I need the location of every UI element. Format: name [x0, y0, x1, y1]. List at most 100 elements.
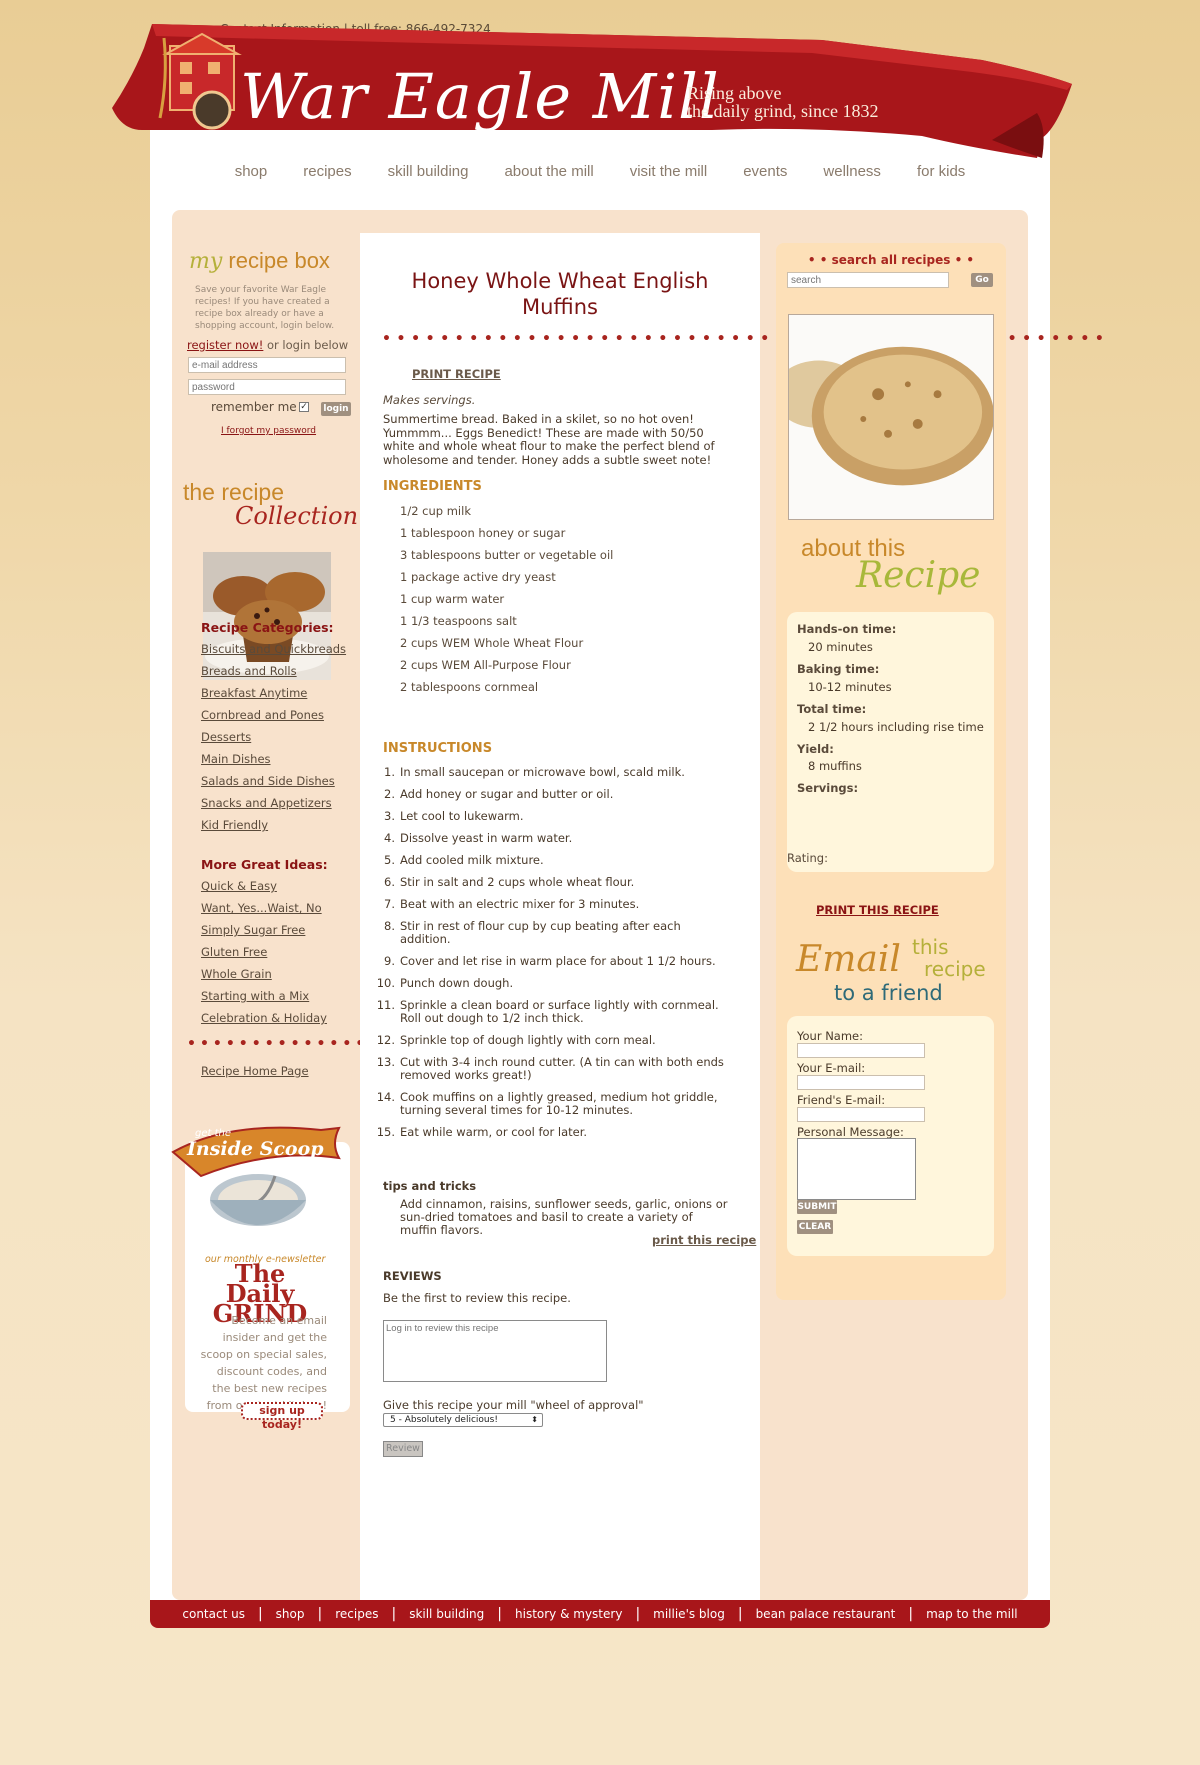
- email-address-input[interactable]: [188, 357, 346, 373]
- friend-email-input[interactable]: [797, 1107, 925, 1122]
- list-item: 15. Eat while warm, or cool for later.: [376, 1125, 588, 1139]
- more-ideas-list: Quick & Easy Want, Yes...Waist, No Simpl…: [201, 879, 327, 1033]
- friend-email-label: Friend's E-mail:: [797, 1093, 886, 1107]
- nav-skill-building[interactable]: skill building: [370, 163, 487, 180]
- newsletter-name-line-1: The Daily: [225, 1259, 295, 1308]
- category-link[interactable]: Desserts: [201, 730, 251, 744]
- ingredients-list: 1/2 cup milk 1 tablespoon honey or sugar…: [400, 504, 613, 702]
- recipe-content: Honey Whole Wheat English Muffins ••••••…: [360, 233, 1104, 1600]
- search-input[interactable]: [787, 272, 949, 288]
- nav-for-kids[interactable]: for kids: [899, 163, 983, 180]
- list-item: 3 tablespoons butter or vegetable oil: [400, 548, 614, 562]
- list-item: 2 tablespoons cornmeal: [400, 680, 539, 694]
- footer-bean-palace-restaurant[interactable]: bean palace restaurant: [756, 1607, 896, 1621]
- list-item: Breakfast Anytime: [201, 686, 346, 708]
- list-item: Gluten Free: [201, 945, 327, 967]
- review-textarea[interactable]: [383, 1320, 607, 1382]
- instructions-list: 1. In small saucepan or microwave bowl, s…: [376, 766, 730, 1148]
- print-this-recipe-button[interactable]: PRINT THIS RECIPE: [816, 903, 939, 917]
- review-button[interactable]: Review: [383, 1441, 423, 1457]
- list-item: 6. Stir in salt and 2 cups whole wheat fl…: [384, 875, 635, 889]
- email-friend-form: Your Name: Your E-mail: Friend's E-mail:…: [787, 1016, 994, 1256]
- category-link[interactable]: Kid Friendly: [201, 818, 268, 832]
- recipe-box-title: my recipe box: [189, 248, 330, 274]
- brand-logo-text[interactable]: War Eagle Mill: [240, 60, 720, 133]
- recipe-box-title-my: my: [189, 249, 223, 274]
- list-item: 13. Cut with 3-4 inch round cutter. (A ti…: [376, 1055, 724, 1082]
- idea-link[interactable]: Simply Sugar Free: [201, 923, 305, 937]
- category-link[interactable]: Main Dishes: [201, 752, 271, 766]
- search-go-button[interactable]: Go: [971, 273, 993, 287]
- nav-shop[interactable]: shop: [217, 163, 286, 180]
- your-name-input[interactable]: [797, 1043, 925, 1058]
- footer-separator: |: [497, 1606, 502, 1622]
- list-item: Kid Friendly: [201, 818, 346, 840]
- list-item: 3. Let cool to lukewarm.: [384, 809, 524, 823]
- sign-up-button[interactable]: sign up today!: [241, 1402, 323, 1431]
- footer-contact-us[interactable]: contact us: [182, 1607, 245, 1621]
- nav-events[interactable]: events: [725, 163, 805, 180]
- recipe-box-title-rest: recipe box: [228, 248, 330, 273]
- list-item: 1 tablespoon honey or sugar: [400, 526, 566, 540]
- list-item: 4. Dissolve yeast in warm water.: [384, 831, 573, 845]
- list-item: 10. Punch down dough.: [376, 976, 514, 990]
- idea-link[interactable]: Gluten Free: [201, 945, 267, 959]
- category-link[interactable]: Biscuits and Quickbreads: [201, 642, 346, 656]
- category-link[interactable]: Snacks and Appetizers: [201, 796, 332, 810]
- footer-history-mystery[interactable]: history & mystery: [515, 1607, 622, 1621]
- email-friend-to-a-friend: to a friend: [834, 981, 943, 1005]
- forgot-password-link[interactable]: I forgot my password: [221, 426, 316, 436]
- list-item: Starting with a Mix: [201, 989, 327, 1011]
- idea-link[interactable]: Starting with a Mix: [201, 989, 309, 1003]
- category-link[interactable]: Cornbread and Pones: [201, 708, 324, 722]
- footer-skill-building[interactable]: skill building: [409, 1607, 484, 1621]
- footer-map-to-the-mill[interactable]: map to the mill: [926, 1607, 1018, 1621]
- brand-tagline: Rising above the daily grind, since 1832: [687, 84, 878, 120]
- rating-select[interactable]: 5 - Absolutely delicious! ⬍: [383, 1413, 543, 1427]
- list-item: 1 1/3 teaspoons salt: [400, 614, 517, 628]
- category-link[interactable]: Breads and Rolls: [201, 664, 297, 678]
- footer-millies-blog[interactable]: millie's blog: [653, 1607, 725, 1621]
- idea-link[interactable]: Whole Grain: [201, 967, 272, 981]
- recipe-info-box: Hands-on time: 20 minutes Baking time: 1…: [787, 612, 994, 872]
- reviews-heading: REVIEWS: [383, 1269, 442, 1283]
- idea-link[interactable]: Celebration & Holiday: [201, 1011, 327, 1025]
- register-now-link[interactable]: register now!: [187, 338, 263, 352]
- submit-button[interactable]: SUBMIT: [797, 1200, 837, 1214]
- recipe-intro: Summertime bread. Baked in a skilet, so …: [383, 412, 715, 467]
- list-item: 12. Sprinkle top of dough lightly with co…: [376, 1033, 656, 1047]
- wheel-of-approval-label: Give this recipe your mill "wheel of app…: [383, 1398, 644, 1412]
- nav-recipes[interactable]: recipes: [285, 163, 369, 180]
- footer-recipes[interactable]: recipes: [335, 1607, 378, 1621]
- footer-separator: |: [737, 1606, 743, 1622]
- nav-wellness[interactable]: wellness: [805, 163, 899, 180]
- print-recipe-link[interactable]: PRINT RECIPE: [412, 367, 501, 381]
- remember-me-checkbox[interactable]: ✓: [299, 402, 309, 412]
- list-item: 1/2 cup milk: [400, 504, 471, 518]
- ribbon-big-text: Inside Scoop: [187, 1138, 324, 1160]
- recipe-home-link[interactable]: Recipe Home Page: [201, 1064, 309, 1078]
- clear-button[interactable]: CLEAR: [797, 1220, 833, 1234]
- password-input[interactable]: [188, 379, 346, 395]
- newsletter-text: Become an email insider and get the scoo…: [200, 1314, 327, 1412]
- list-item: 11. Sprinkle a clean board or surface lig…: [376, 998, 719, 1025]
- list-item: Desserts: [201, 730, 346, 752]
- idea-link[interactable]: Want, Yes...Waist, No: [201, 901, 322, 915]
- ingredients-heading: INGREDIENTS: [383, 479, 482, 494]
- idea-link[interactable]: Quick & Easy: [201, 879, 277, 893]
- login-button[interactable]: login: [321, 402, 351, 416]
- nav-visit-the-mill[interactable]: visit the mill: [612, 163, 726, 180]
- print-this-recipe-link[interactable]: print this recipe: [652, 1233, 756, 1247]
- list-item: Simply Sugar Free: [201, 923, 327, 945]
- category-link[interactable]: Breakfast Anytime: [201, 686, 307, 700]
- dotted-divider: ••••••••••••••: [187, 1036, 369, 1052]
- your-email-input[interactable]: [797, 1075, 925, 1090]
- nav-about-the-mill[interactable]: about the mill: [486, 163, 611, 180]
- list-item: 8. Stir in rest of flour cup by cup beati…: [384, 919, 681, 946]
- personal-message-textarea[interactable]: [797, 1138, 916, 1200]
- newsletter-promo[interactable]: get the Inside Scoop our monthly e-newsl…: [171, 1126, 350, 1431]
- email-friend-recipe: recipe: [924, 957, 986, 981]
- yield-label: Yield:: [797, 742, 834, 756]
- footer-shop[interactable]: shop: [276, 1607, 305, 1621]
- category-link[interactable]: Salads and Side Dishes: [201, 774, 335, 788]
